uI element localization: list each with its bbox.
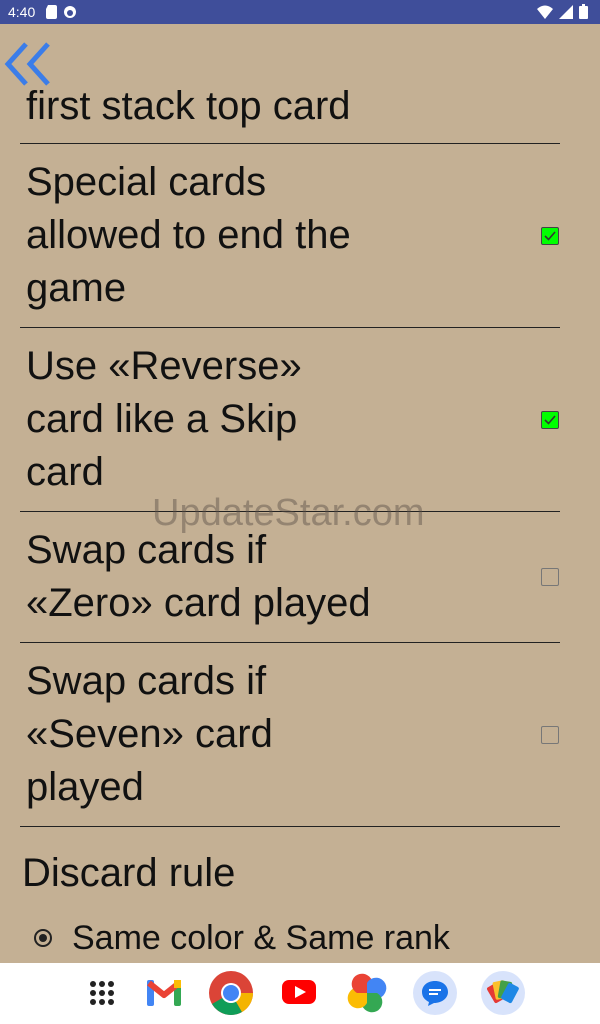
chrome-app-button[interactable]	[209, 971, 253, 1015]
youtube-app-button[interactable]	[277, 971, 321, 1015]
divider	[20, 826, 560, 827]
partial-setting-label: first stack top card	[26, 84, 351, 128]
radio-label: Same color & Same rank	[72, 918, 450, 957]
taskbar-dock	[0, 963, 600, 1024]
messages-app-button[interactable]	[413, 971, 457, 1015]
cards-game-app-button[interactable]	[481, 971, 525, 1015]
grid-icon	[90, 981, 114, 1005]
chrome-icon	[209, 971, 253, 1015]
checkbox-reverse-skip[interactable]	[541, 411, 559, 429]
youtube-icon	[282, 980, 316, 1004]
check-icon	[544, 415, 556, 425]
sync-icon	[63, 5, 77, 22]
setting-label-reverse-skip: Use «Reverse» card like a Skip card	[26, 344, 302, 494]
back-button[interactable]	[4, 42, 54, 86]
gmail-icon	[147, 980, 181, 1006]
divider	[20, 327, 560, 328]
photos-icon	[347, 973, 387, 1013]
status-time: 4:40	[8, 4, 36, 20]
battery-icon	[579, 4, 588, 22]
signal-icon	[559, 4, 573, 22]
radio-option-same-color-rank[interactable]: Same color & Same rank	[34, 918, 450, 958]
settings-list[interactable]: first stack top card Special cards allow…	[0, 24, 600, 963]
double-chevron-left-icon	[4, 42, 50, 86]
divider	[20, 642, 560, 643]
setting-label-swap-seven: Swap cards if «Seven» card played	[26, 659, 273, 809]
checkbox-special-cards[interactable]	[541, 227, 559, 245]
divider	[20, 511, 560, 512]
photos-app-button[interactable]	[345, 971, 389, 1015]
gmail-app-button[interactable]	[142, 971, 186, 1015]
checkbox-swap-zero[interactable]	[541, 568, 559, 586]
section-title-discard-rule: Discard rule	[22, 851, 236, 895]
checkbox-swap-seven[interactable]	[541, 726, 559, 744]
status-bar: 4:40	[0, 0, 600, 24]
app-drawer-button[interactable]	[80, 971, 124, 1015]
setting-label-swap-zero: Swap cards if «Zero» card played	[26, 528, 371, 625]
messages-icon	[422, 981, 448, 1006]
radio-button[interactable]	[34, 929, 52, 947]
setting-label-special-cards: Special cards allowed to end the game	[26, 160, 351, 310]
divider	[20, 143, 560, 144]
cards-game-icon	[487, 980, 519, 1004]
wifi-icon	[537, 5, 553, 22]
check-icon	[544, 231, 556, 241]
sd-card-icon	[46, 5, 57, 22]
